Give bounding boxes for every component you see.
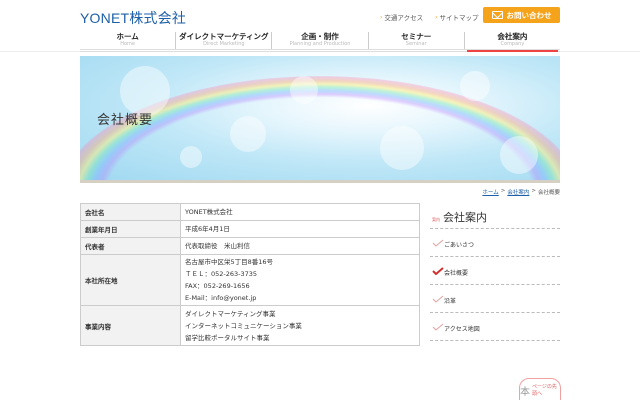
row-label: 代表者 [80,237,181,255]
page-title: 会社概要 [97,113,154,128]
nav-item-sublabel: Home [120,41,135,47]
global-nav: ホーム Home ダイレクトマーケティング Direct Marketing 企… [80,32,560,52]
breadcrumb: ホーム > 会社案内 > 会社概要 [482,188,560,196]
breadcrumb-current: 会社概要 [537,190,560,196]
nav-item-company[interactable]: 会社案内 Company [463,32,560,52]
row-value-line: 名古屋市中区栄5丁目8番16号 [185,258,274,266]
row-value-line: インターネットコミュニケーション事業 [185,321,302,330]
table-row: 本社所在地 名古屋市中区栄5丁目8番16号 ＴＥＬ：052-263-3735 F… [80,254,420,306]
sidebar-heading-title: 会社案内 [443,211,487,224]
nav-item-seminar[interactable]: セミナー Seminar [367,32,464,49]
sidebar-item-history[interactable]: 沿革 [430,285,560,313]
company-logo[interactable]: YONET株式会社 [80,8,186,28]
table-row: 会社名 YONET株式会社 [80,203,420,221]
nav-item-label: ダイレクトマーケティング [179,32,269,41]
nav-item-home[interactable]: ホーム Home [80,32,175,49]
mail-icon [491,11,503,19]
table-row: 事業内容 ダイレクトマーケティング事業 インターネットコミュニケーション事業 留… [80,305,420,346]
row-label: 創業年月日 [80,220,181,238]
sidebar-item-label: 会社概要 [444,270,469,277]
sidebar-item-access-map[interactable]: アクセス地図 [430,313,560,341]
row-label: 本社所在地 [80,254,181,306]
check-icon [432,295,444,303]
nav-item-sublabel: Company [500,41,525,47]
breadcrumb-home[interactable]: ホーム [482,188,498,196]
row-label: 会社名 [80,203,181,221]
bokeh-light [290,76,318,104]
row-value-line: YONET株式会社 [185,208,233,216]
row-value: 平成6年4月1日 [180,220,420,238]
nav-item-sublabel: Direct Marketing [203,41,245,47]
page-top-button[interactable]: 本 ページの先頭へ [519,378,561,400]
bokeh-light [180,146,202,168]
bokeh-light [500,136,538,174]
sidebar-item-label: アクセス地図 [444,326,480,333]
book-icon: 本 [520,386,530,398]
row-value-line: 代表取締役 米山利信 [185,242,250,250]
arrow-icon: › [380,13,383,21]
company-info-table: 会社名 YONET株式会社 創業年月日 平成6年4月1日 代表者 代表取締役 米… [80,203,420,346]
check-icon [432,239,444,247]
row-value: 名古屋市中区栄5丁目8番16号 ＴＥＬ：052-263-3735 FAX：052… [180,254,420,306]
sidebar-heading-small: 案内 [432,217,440,222]
breadcrumb-company[interactable]: 会社案内 [507,188,529,196]
sidebar-heading: 案内 会社案内 [432,209,487,225]
sidebar-item-overview[interactable]: 会社概要 [430,257,560,285]
row-label: 事業内容 [80,305,181,346]
page-top-label: ページの先頭へ [532,384,557,397]
sidebar-item-label: ごあいさつ [444,242,475,249]
table-row: 代表者 代表取締役 米山利信 [80,237,420,255]
table-row: 創業年月日 平成6年4月1日 [80,220,420,238]
nav-item-sublabel: Seminar [405,41,427,47]
check-icon [432,267,444,275]
nav-item-planning[interactable]: 企画・制作 Planning and Production [271,32,367,49]
nav-item-label: ホーム [116,32,139,41]
row-value-line: FAX：052-269-1656 [185,282,250,290]
row-value-line: 平成6年4月1日 [185,225,230,233]
breadcrumb-separator: > [531,188,536,194]
check-icon [432,323,444,331]
contact-button[interactable]: お問い合わせ [483,7,560,23]
sitemap-link[interactable]: › サイトマップ [435,12,479,23]
nav-item-sublabel: Planning and Production [289,41,351,47]
row-value: 代表取締役 米山利信 [180,237,420,255]
arrow-icon: › [435,13,438,21]
row-value-line: ＴＥＬ：052-263-3735 [185,270,258,278]
access-link-label: 交通アクセス [384,14,424,22]
hero-divider [80,180,560,183]
bokeh-light [460,71,490,101]
row-value-line: E-Mail：info@yonet.jp [185,294,257,302]
nav-item-direct-marketing[interactable]: ダイレクトマーケティング Direct Marketing [175,32,271,49]
bokeh-light [230,116,266,152]
nav-item-label: 企画・制作 [301,32,339,41]
sitemap-link-label: サイトマップ [439,14,479,22]
breadcrumb-separator: > [500,188,506,194]
row-value: ダイレクトマーケティング事業 インターネットコミュニケーション事業 留学比較ポー… [180,305,420,346]
row-value: YONET株式会社 [180,203,420,221]
nav-item-label: 会社案内 [497,32,528,41]
row-value-line: 留学比較ポータルサイト事業 [185,333,270,342]
sidebar-item-greeting[interactable]: ごあいさつ [430,229,560,257]
nav-item-label: セミナー [401,32,432,41]
header-links: › 交通アクセス › サイトマップ [380,12,479,23]
bokeh-light [380,126,424,170]
row-value-line: ダイレクトマーケティング事業 [185,309,276,318]
sidebar-item-label: 沿革 [444,298,457,305]
contact-button-label: お問い合わせ [506,10,552,20]
access-link[interactable]: › 交通アクセス [380,12,424,23]
